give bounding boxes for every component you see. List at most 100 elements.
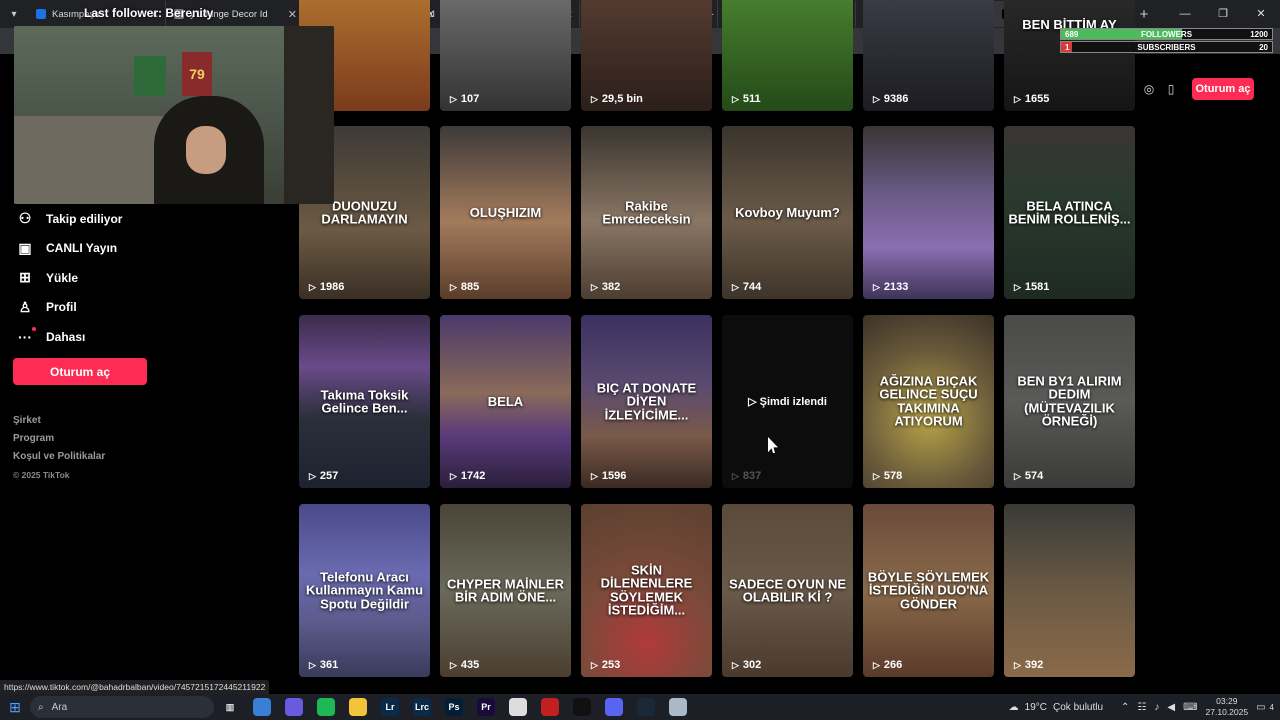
- restore-icon[interactable]: ❐: [1204, 0, 1242, 28]
- sidebar-item-following[interactable]: ⚇ Takip ediliyor: [0, 204, 300, 234]
- compass-icon[interactable]: ◎: [1138, 78, 1160, 100]
- video-card[interactable]: ▷ 392: [1004, 504, 1135, 677]
- taskbar-search[interactable]: ⌕ Ara: [30, 696, 214, 718]
- clock-date: 27.10.2025: [1205, 707, 1249, 717]
- view-count: ▷ 107: [450, 93, 479, 105]
- network-icon[interactable]: ☷: [1137, 702, 1146, 713]
- video-card[interactable]: ▷ 29,5 bin: [581, 0, 712, 111]
- steam-app[interactable]: [630, 694, 662, 720]
- close-window-icon[interactable]: ✕: [1242, 0, 1280, 28]
- volume-icon[interactable]: ◀: [1167, 702, 1175, 713]
- explorer-app[interactable]: [342, 694, 374, 720]
- video-card[interactable]: BEN BY1 ALIRIM DEDIM (MÜTEVAZILIK ÖRNEĞİ…: [1004, 315, 1135, 488]
- play-icon: ▷: [732, 93, 739, 104]
- photoshop-app[interactable]: Ps: [438, 694, 470, 720]
- lightroom-app[interactable]: Lr: [374, 694, 406, 720]
- minimize-icon[interactable]: —: [1166, 0, 1204, 28]
- video-card[interactable]: SADECE OYUN NE OLABILIR Kİ ? ▷ 302: [722, 504, 853, 677]
- tab-favicon-icon: [36, 9, 46, 19]
- link-program[interactable]: Program: [13, 430, 105, 448]
- live-icon: ▣: [18, 239, 32, 256]
- video-card[interactable]: SKİN DİLENENLERE SÖYLEMEK İSTEDİĞİM... ▷ 2…: [581, 504, 712, 677]
- view-count-value: 574: [1024, 470, 1044, 482]
- search-placeholder: Ara: [51, 701, 68, 713]
- video-card[interactable]: BÖYLE SÖYLEMEK İSTEDİĞİN DUO'NA GÖNDER ▷ 2…: [863, 504, 994, 677]
- weather-text[interactable]: Çok bulutlu: [1053, 702, 1103, 713]
- task-view-icon[interactable]: ▥: [214, 694, 246, 720]
- link-terms[interactable]: Koşul ve Politikalar: [13, 448, 105, 466]
- view-count-value: 253: [601, 659, 621, 671]
- record-app[interactable]: [534, 694, 566, 720]
- video-card[interactable]: Rakibe Emredeceksin ▷ 382: [581, 126, 712, 299]
- video-card[interactable]: ▷ 9386: [863, 0, 994, 111]
- login-button-top[interactable]: Oturum aç: [1192, 78, 1254, 100]
- tab-close-icon[interactable]: ✕: [288, 8, 297, 21]
- video-card[interactable]: Takıma Toksik Gelince Ben... ▷ 257: [299, 315, 430, 488]
- lightroom-classic-app[interactable]: Lrc: [406, 694, 438, 720]
- notification-icon[interactable]: ▭: [1256, 702, 1265, 713]
- taskbar-apps: Lr Lrc Ps Pr: [246, 694, 694, 720]
- obs-app[interactable]: [502, 694, 534, 720]
- sidebar-item-upload[interactable]: ⊞ Yükle: [0, 263, 300, 293]
- login-button-sidebar[interactable]: Oturum aç: [13, 358, 147, 385]
- sidebar: ⚇ Takip ediliyor ▣ CANLI Yayın ⊞ Yükle ♙…: [0, 204, 300, 352]
- discord-app[interactable]: [598, 694, 630, 720]
- video-card[interactable]: BELA ▷ 1742: [440, 315, 571, 488]
- play-icon: ▷: [1014, 93, 1021, 104]
- video-card[interactable]: AĞIZINA BIÇAK GELINCE SUÇU TAKIMINA ATIY…: [863, 315, 994, 488]
- sidebar-item-more[interactable]: ··· Dahası: [0, 322, 300, 352]
- sidebar-item-label: Yükle: [46, 270, 79, 285]
- tray-overflow-icon[interactable]: ⌃: [1121, 702, 1129, 713]
- copilot-app[interactable]: [278, 694, 310, 720]
- sidebar-item-live[interactable]: ▣ CANLI Yayın: [0, 234, 300, 264]
- view-count: ▷ 837: [732, 470, 761, 482]
- link-company[interactable]: Şirket: [13, 412, 105, 430]
- clock[interactable]: 03:29 27.10.2025: [1206, 696, 1249, 718]
- watched-now-label: ▷ Şimdi izlendi: [722, 395, 853, 408]
- video-card[interactable]: CHYPER MAİNLER BİR ADIM ÖNE... ▷ 435: [440, 504, 571, 677]
- play-icon: ▷: [732, 281, 739, 292]
- weather-temp[interactable]: 19°C: [1025, 702, 1047, 713]
- view-count: ▷ 257: [309, 470, 338, 482]
- video-card[interactable]: ▷ 511: [722, 0, 853, 111]
- video-card[interactable]: ▷ 107: [440, 0, 571, 111]
- view-count-value: 1986: [319, 281, 345, 293]
- windows-start-icon[interactable]: ⊞: [0, 699, 30, 716]
- view-count: ▷ 29,5 bin: [591, 93, 643, 105]
- video-card[interactable]: BELA ATINCA BENİM ROLLENİŞ... ▷ 1581: [1004, 126, 1135, 299]
- app-last[interactable]: [662, 694, 694, 720]
- video-card[interactable]: BEN BİTTİM AY ▷ 1655: [1004, 0, 1135, 111]
- video-caption: BELA ATINCA BENİM ROLLENİŞ...: [1008, 197, 1131, 227]
- premiere-app[interactable]: Pr: [470, 694, 502, 720]
- view-count-value: 361: [319, 659, 339, 671]
- view-count: ▷ 1581: [1014, 281, 1049, 293]
- phone-icon[interactable]: ▯: [1160, 78, 1182, 100]
- video-card[interactable]: Kovboy Muyum? ▷ 744: [722, 126, 853, 299]
- chrome-app[interactable]: [246, 694, 278, 720]
- tab-search-icon[interactable]: ▾: [0, 0, 28, 28]
- video-card[interactable]: ▷ 2133: [863, 126, 994, 299]
- view-count-value: 1742: [460, 470, 486, 482]
- search-icon: ⌕: [38, 701, 44, 713]
- razer-app[interactable]: [566, 694, 598, 720]
- clock-time: 03:29: [1216, 696, 1238, 706]
- video-caption: Telefonu Aracı Kullanmayın Kamu Spotu De…: [305, 569, 424, 612]
- play-icon: ▷: [1014, 470, 1021, 481]
- video-card[interactable]: Telefonu Aracı Kullanmayın Kamu Spotu De…: [299, 504, 430, 677]
- bookshelf: [284, 26, 334, 204]
- mic-icon[interactable]: ♪: [1154, 702, 1159, 713]
- spotify-app[interactable]: [310, 694, 342, 720]
- window-controls: — ❐ ✕: [1166, 0, 1280, 28]
- view-count-value: 435: [460, 659, 480, 671]
- more-icon: ···: [18, 326, 36, 345]
- weather-icon[interactable]: ☁: [1009, 702, 1019, 713]
- video-card[interactable]: ▷ Şimdi izlendi ▷ 837: [722, 315, 853, 488]
- video-card[interactable]: OLUŞHIZIM ▷ 885: [440, 126, 571, 299]
- sidebar-item-profile[interactable]: ♙ Profil: [0, 293, 300, 323]
- play-icon: ▷: [309, 470, 316, 481]
- keyboard-icon[interactable]: ⌨: [1183, 702, 1197, 713]
- view-count: ▷ 392: [1014, 659, 1043, 671]
- view-count: ▷ 1742: [450, 470, 485, 482]
- video-card[interactable]: BIÇ AT DONATE DİYEN İZLEYİCİME... ▷ 1596: [581, 315, 712, 488]
- view-count: ▷ 266: [873, 659, 902, 671]
